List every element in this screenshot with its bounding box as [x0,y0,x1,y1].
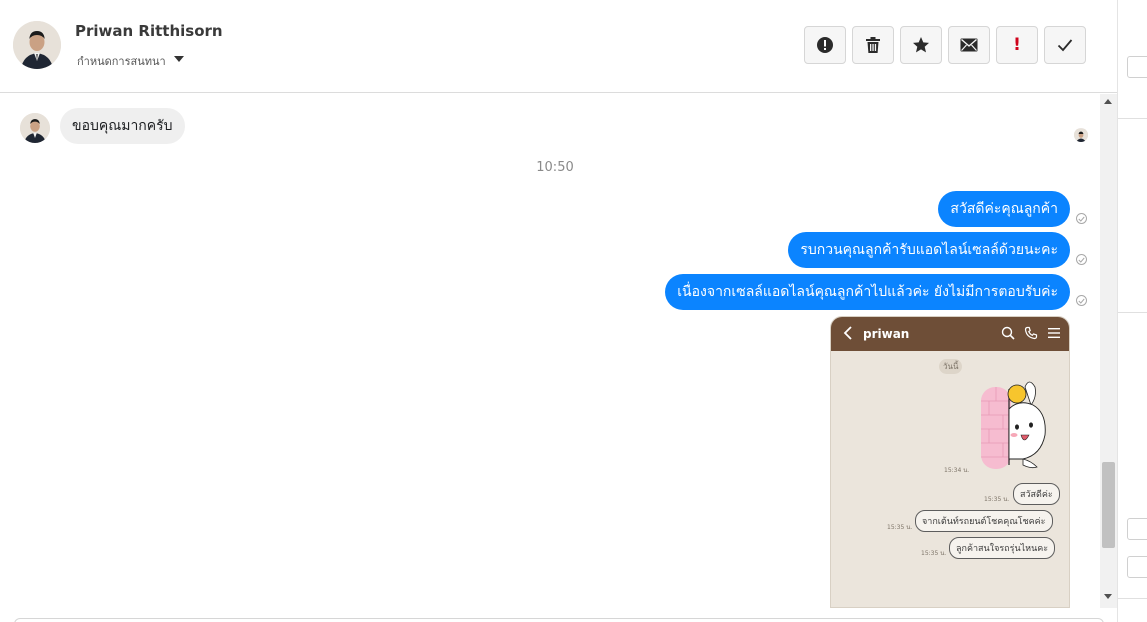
scroll-up-arrow-icon[interactable] [1104,99,1112,104]
chevron-left-icon [843,326,852,340]
mark-important-button[interactable]: ! [996,26,1038,64]
scroll-down-arrow-icon[interactable] [1104,594,1112,599]
side-panel-field[interactable] [1127,556,1147,578]
side-panel-field[interactable] [1127,56,1147,78]
sent-check-icon [1076,295,1087,306]
message-list[interactable]: ขอบคุณมากครับ 10:50 สวัสดีค่ะคุณลูกค้า ร… [0,94,1100,608]
attachment-timestamp: 15:35 น. [984,496,1010,503]
phone-icon [1024,326,1038,340]
app: Priwan Ritthisorn กำหนดการสนทนา ! ขอบคุณ… [0,0,1147,622]
message-list-scrollbar[interactable] [1100,94,1117,608]
contact-avatar[interactable] [13,21,61,69]
side-panel-divider [1118,118,1147,119]
attachment-chat-title: priwan [863,327,910,341]
image-attachment[interactable]: priwan วันนี้ 15:34 น. สวัสดีค่ะ 15:35 น… [830,316,1070,608]
mark-spam-button[interactable] [804,26,846,64]
attachment-chat-header: priwan [831,317,1069,351]
outgoing-message[interactable]: เนื่องจากเซลล์แอดไลน์คุณลูกค้าไปแล้วค่ะ … [665,274,1070,310]
attachment-header-icons [1001,326,1061,340]
sender-avatar [20,113,50,143]
exclamation-icon: ! [1013,35,1021,55]
attachment-timestamp: 15:35 น. [921,550,947,557]
outgoing-message[interactable]: รบกวนคุณลูกค้ารับแอดไลน์เซลล์ด้วยนะคะ [788,232,1070,268]
details-side-panel [1117,0,1147,622]
scrollbar-thumb[interactable] [1102,462,1115,548]
outgoing-message[interactable]: สวัสดีค่ะคุณลูกค้า [938,191,1070,227]
star-icon [913,37,929,53]
conversation-panel: Priwan Ritthisorn กำหนดการสนทนา ! ขอบคุณ… [0,0,1117,622]
sent-check-icon [1076,213,1087,224]
attachment-timestamp: 15:34 น. [944,467,970,474]
caret-down-icon[interactable] [174,56,184,62]
star-button[interactable] [900,26,942,64]
side-panel-divider [1118,598,1147,599]
attachment-message: ลูกค้าสนใจรถรุ่นไหนคะ [949,537,1056,559]
conversation-schedule-dropdown[interactable]: กำหนดการสนทนา [77,52,166,70]
delete-button[interactable] [852,26,894,64]
contact-name: Priwan Ritthisorn [75,22,223,40]
attachment-message: จากเต้นท์รถยนต์โชคคุณโชคค่ะ [915,510,1053,532]
seen-by-avatar [1074,128,1088,142]
check-icon [1057,39,1073,52]
mark-unread-button[interactable] [948,26,990,64]
sent-check-icon [1076,254,1087,265]
time-separator: 10:50 [536,160,574,175]
search-icon [1001,326,1015,340]
envelope-icon [960,38,978,52]
attachment-message: สวัสดีค่ะ [1013,483,1060,505]
side-panel-divider [1118,312,1147,313]
incoming-message[interactable]: ขอบคุณมากครับ [60,108,185,144]
attachment-timestamp: 15:35 น. [887,524,913,531]
message-composer[interactable] [14,618,1104,622]
trash-icon [866,37,880,53]
attachment-day-label: วันนี้ [939,359,963,374]
conversation-header: Priwan Ritthisorn กำหนดการสนทนา ! [0,0,1117,93]
bunny-sticker-icon [981,381,1046,469]
alert-circle-icon [817,37,833,53]
side-panel-field[interactable] [1127,518,1147,540]
menu-icon [1048,328,1060,338]
mark-done-button[interactable] [1044,26,1086,64]
